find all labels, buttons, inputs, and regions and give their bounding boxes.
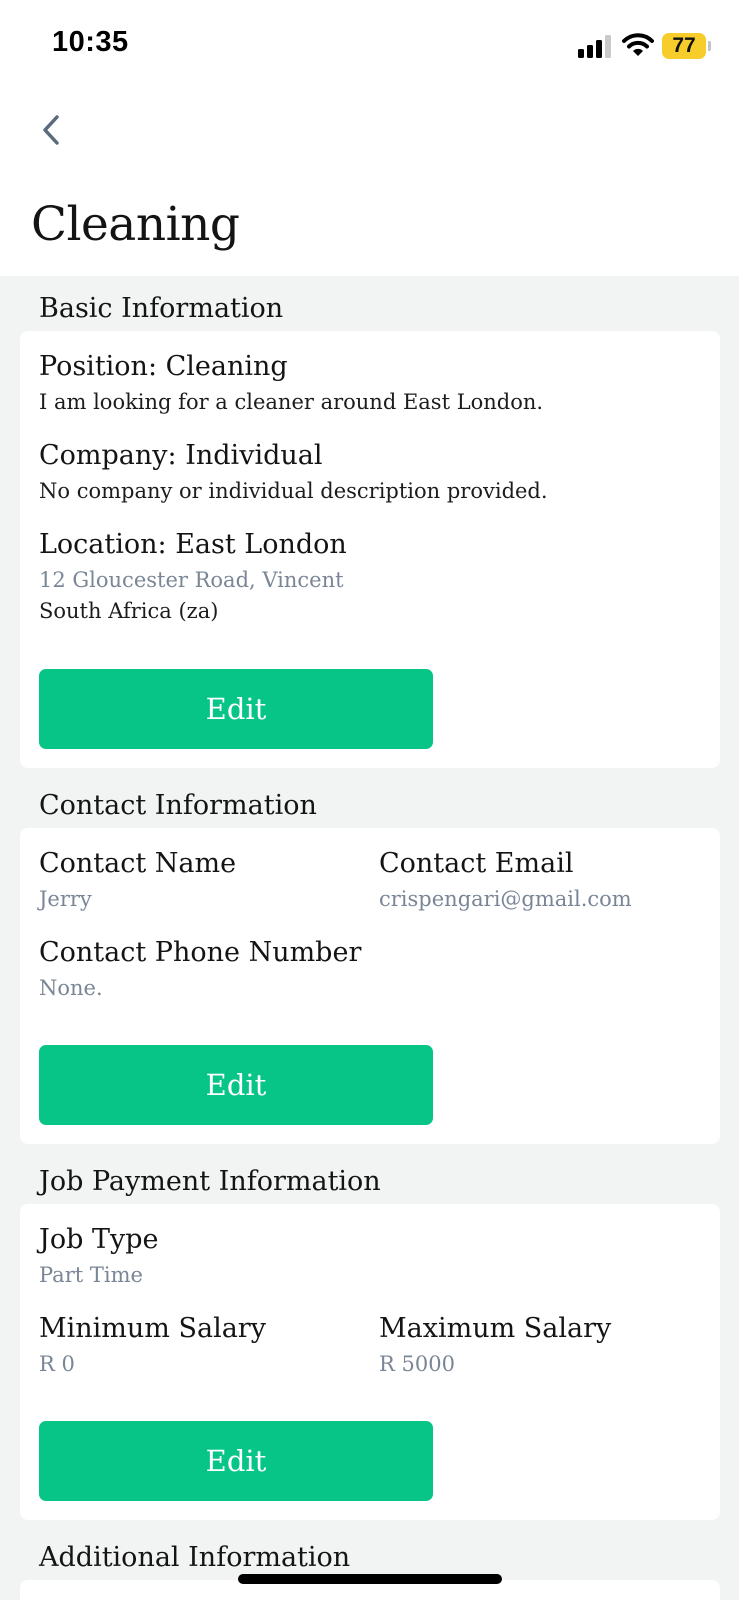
basic-info-card: Position: Cleaning I am looking for a cl… (20, 331, 720, 768)
position-label: Position: Cleaning (39, 351, 288, 382)
section-title-payment: Job Payment Information (39, 1166, 381, 1197)
address-line-1: 12 Gloucester Road, Vincent (39, 568, 344, 592)
home-indicator[interactable] (238, 1574, 502, 1584)
max-salary-label: Maximum Salary (379, 1313, 612, 1344)
address-line-2: South Africa (za) (39, 599, 219, 623)
job-type-label: Job Type (39, 1224, 159, 1255)
edit-payment-button[interactable]: Edit (39, 1421, 433, 1501)
wifi-icon (622, 33, 654, 56)
contact-email-label: Contact Email (379, 848, 574, 879)
contact-name-label: Contact Name (39, 848, 237, 879)
battery-icon: 77 (662, 33, 706, 59)
edit-basic-button[interactable]: Edit (39, 669, 433, 749)
section-title-contact: Contact Information (39, 790, 317, 821)
page-title: Cleaning (31, 197, 240, 252)
min-salary-label: Minimum Salary (39, 1313, 266, 1344)
contact-email-value: crispengari@gmail.com (379, 887, 632, 911)
edit-contact-button[interactable]: Edit (39, 1045, 433, 1125)
contact-phone-label: Contact Phone Number (39, 937, 362, 968)
min-salary-value: R 0 (39, 1352, 75, 1376)
back-chevron-icon[interactable] (38, 112, 66, 148)
location-label: Location: East London (39, 529, 347, 560)
section-title-basic: Basic Information (39, 293, 284, 324)
contact-name-value: Jerry (39, 887, 92, 911)
section-title-additional: Additional Information (39, 1542, 351, 1573)
contact-phone-value: None. (39, 976, 103, 1000)
cellular-signal-icon (578, 34, 614, 58)
status-time: 10:35 (52, 26, 129, 58)
max-salary-value: R 5000 (379, 1352, 455, 1376)
header-area: 10:35 77 Cleaning (0, 0, 739, 276)
payment-info-card: Job Type Part Time Minimum Salary R 0 Ma… (20, 1204, 720, 1520)
contact-info-card: Contact Name Jerry Contact Email crispen… (20, 828, 720, 1144)
company-description: No company or individual description pro… (39, 479, 548, 503)
position-description: I am looking for a cleaner around East L… (39, 390, 544, 414)
battery-cap (708, 41, 711, 51)
company-label: Company: Individual (39, 440, 323, 471)
job-type-value: Part Time (39, 1263, 143, 1287)
